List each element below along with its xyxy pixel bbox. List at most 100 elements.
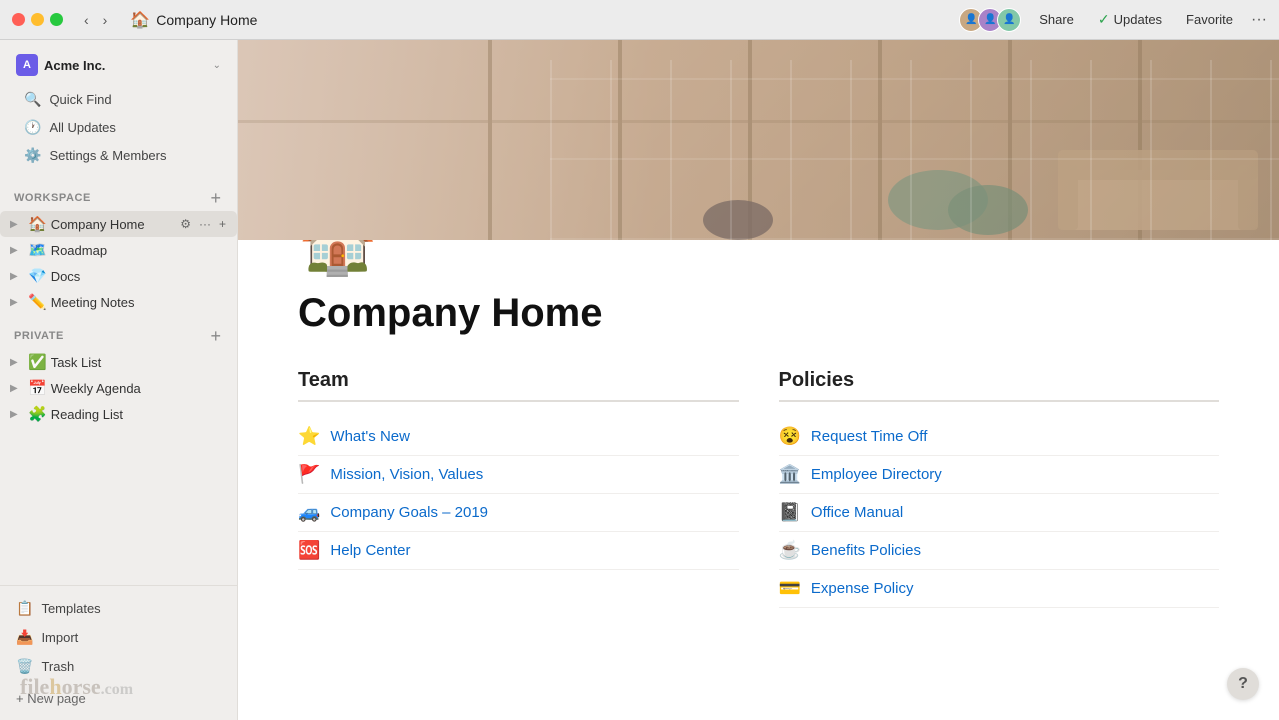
- maximize-button[interactable]: [50, 13, 63, 26]
- titlebar: ‹ › 🏠 Company Home 👤 👤 👤 Share ✓ Updates…: [0, 0, 1279, 40]
- policies-link-2[interactable]: Office Manual: [811, 504, 903, 521]
- team-link-0[interactable]: What's New: [330, 428, 410, 445]
- list-item[interactable]: 💳 Expense Policy: [779, 570, 1220, 608]
- company-home-actions: ⚙ ··· +: [177, 216, 229, 232]
- team-link-2[interactable]: Company Goals – 2019: [330, 504, 488, 521]
- sos-icon: 🆘: [298, 540, 320, 561]
- private-section-label: PRIVATE: [14, 330, 64, 342]
- nav-buttons: ‹ ›: [79, 10, 112, 30]
- workspace-icon: A: [16, 54, 38, 76]
- trash-label: Trash: [41, 659, 74, 674]
- reading-list-icon: 🧩: [28, 405, 47, 423]
- meeting-notes-label: Meeting Notes: [51, 295, 229, 310]
- task-list-label: Task List: [51, 355, 229, 370]
- sidebar-nav: 🔍 Quick Find 🕐 All Updates ⚙️ Settings &…: [8, 82, 229, 173]
- main-content: 🏠 Company Home Team ⭐ What's New 🚩 Missi…: [238, 40, 1279, 720]
- page-content: 🏠 Company Home Team ⭐ What's New 🚩 Missi…: [238, 240, 1279, 720]
- sidebar-item-templates[interactable]: 📋 Templates: [8, 594, 229, 623]
- team-link-list: ⭐ What's New 🚩 Mission, Vision, Values 🚙…: [298, 418, 739, 570]
- card-icon: 💳: [779, 578, 801, 599]
- policies-link-4[interactable]: Expense Policy: [811, 580, 914, 597]
- docs-icon: 💎: [28, 267, 47, 285]
- sidebar-top: A Acme Inc. ⌄ 🔍 Quick Find 🕐 All Updates…: [0, 40, 237, 177]
- sidebar-item-all-updates[interactable]: 🕐 All Updates: [16, 114, 221, 141]
- templates-label: Templates: [41, 601, 100, 616]
- notebook-icon: 📓: [779, 502, 801, 523]
- all-updates-label: All Updates: [49, 120, 115, 135]
- sidebar-item-settings[interactable]: ⚙️ Settings & Members: [16, 142, 221, 169]
- list-item[interactable]: 😵 Request Time Off: [779, 418, 1220, 456]
- sidebar-bottom: 📋 Templates 📥 Import 🗑️ Trash + New page: [0, 585, 237, 720]
- forward-button[interactable]: ›: [98, 10, 113, 30]
- avatar-3: 👤: [997, 8, 1021, 32]
- team-heading: Team: [298, 369, 739, 402]
- sidebar-item-company-home[interactable]: ▶ 🏠 Company Home ⚙ ··· +: [0, 211, 237, 237]
- close-button[interactable]: [12, 13, 25, 26]
- updates-button[interactable]: ✓ Updates: [1092, 8, 1168, 31]
- company-home-settings-btn[interactable]: ⚙: [177, 216, 194, 232]
- content-columns: Team ⭐ What's New 🚩 Mission, Vision, Val…: [298, 369, 1219, 608]
- sidebar-item-quick-find[interactable]: 🔍 Quick Find: [16, 86, 221, 113]
- roadmap-icon: 🗺️: [28, 241, 47, 259]
- back-button[interactable]: ‹: [79, 10, 94, 30]
- workspace-add-button[interactable]: +: [208, 189, 223, 207]
- new-page-label: + New page: [16, 691, 86, 706]
- list-item[interactable]: 📓 Office Manual: [779, 494, 1220, 532]
- team-link-1[interactable]: Mission, Vision, Values: [330, 466, 483, 483]
- sidebar-item-task-list[interactable]: ▶ ✅ Task List: [0, 349, 237, 375]
- traffic-lights: [12, 13, 63, 26]
- policies-heading: Policies: [779, 369, 1220, 402]
- list-item[interactable]: ⭐ What's New: [298, 418, 739, 456]
- list-item[interactable]: 🚙 Company Goals – 2019: [298, 494, 739, 532]
- private-section-header: PRIVATE +: [0, 323, 237, 349]
- policies-link-0[interactable]: Request Time Off: [811, 428, 927, 445]
- clock-icon: 🕐: [24, 119, 41, 136]
- sidebar-item-reading-list[interactable]: ▶ 🧩 Reading List: [0, 401, 237, 427]
- app-body: A Acme Inc. ⌄ 🔍 Quick Find 🕐 All Updates…: [0, 40, 1279, 720]
- sidebar-item-import[interactable]: 📥 Import: [8, 623, 229, 652]
- workspace-header[interactable]: A Acme Inc. ⌄: [8, 48, 229, 82]
- help-button[interactable]: ?: [1227, 668, 1259, 700]
- trash-icon: 🗑️: [16, 658, 33, 675]
- meeting-notes-icon: ✏️: [28, 293, 47, 311]
- breadcrumb: 🏠 Company Home: [130, 10, 257, 30]
- docs-label: Docs: [51, 269, 229, 284]
- cover-image: [238, 40, 1279, 240]
- policies-link-1[interactable]: Employee Directory: [811, 466, 942, 483]
- company-home-add-btn[interactable]: +: [216, 216, 229, 232]
- sidebar-item-roadmap[interactable]: ▶ 🗺️ Roadmap: [0, 237, 237, 263]
- policies-column: Policies 😵 Request Time Off 🏛️ Employee …: [779, 369, 1220, 608]
- sidebar-item-meeting-notes[interactable]: ▶ ✏️ Meeting Notes: [0, 289, 237, 315]
- cover-svg: [238, 40, 1279, 240]
- list-item[interactable]: 🚩 Mission, Vision, Values: [298, 456, 739, 494]
- weekly-agenda-icon: 📅: [28, 379, 47, 397]
- sidebar: A Acme Inc. ⌄ 🔍 Quick Find 🕐 All Updates…: [0, 40, 238, 720]
- policies-link-3[interactable]: Benefits Policies: [811, 542, 921, 559]
- sidebar-item-weekly-agenda[interactable]: ▶ 📅 Weekly Agenda: [0, 375, 237, 401]
- list-item[interactable]: ☕ Benefits Policies: [779, 532, 1220, 570]
- more-options-button[interactable]: ···: [1251, 11, 1267, 29]
- titlebar-actions: 👤 👤 👤 Share ✓ Updates Favorite ···: [959, 8, 1267, 32]
- minimize-button[interactable]: [31, 13, 44, 26]
- tree-arrow-icon: ▶: [10, 409, 24, 420]
- import-icon: 📥: [16, 629, 33, 646]
- roadmap-label: Roadmap: [51, 243, 229, 258]
- page-title: Company Home: [298, 289, 1219, 337]
- page-title-text: Company Home: [156, 12, 257, 28]
- sidebar-item-trash[interactable]: 🗑️ Trash: [8, 652, 229, 681]
- company-home-more-btn[interactable]: ···: [196, 216, 214, 232]
- private-add-button[interactable]: +: [208, 327, 223, 345]
- sidebar-item-docs[interactable]: ▶ 💎 Docs: [0, 263, 237, 289]
- templates-icon: 📋: [16, 600, 33, 617]
- list-item[interactable]: 🏛️ Employee Directory: [779, 456, 1220, 494]
- car-icon: 🚙: [298, 502, 320, 523]
- tree-arrow-icon: ▶: [10, 271, 24, 282]
- favorite-button[interactable]: Favorite: [1180, 9, 1239, 30]
- share-button[interactable]: Share: [1033, 9, 1080, 30]
- new-page-button[interactable]: + New page: [8, 685, 229, 712]
- dizzy-icon: 😵: [779, 426, 801, 447]
- company-home-label: Company Home: [51, 217, 174, 232]
- reading-list-label: Reading List: [51, 407, 229, 422]
- list-item[interactable]: 🆘 Help Center: [298, 532, 739, 570]
- team-link-3[interactable]: Help Center: [330, 542, 410, 559]
